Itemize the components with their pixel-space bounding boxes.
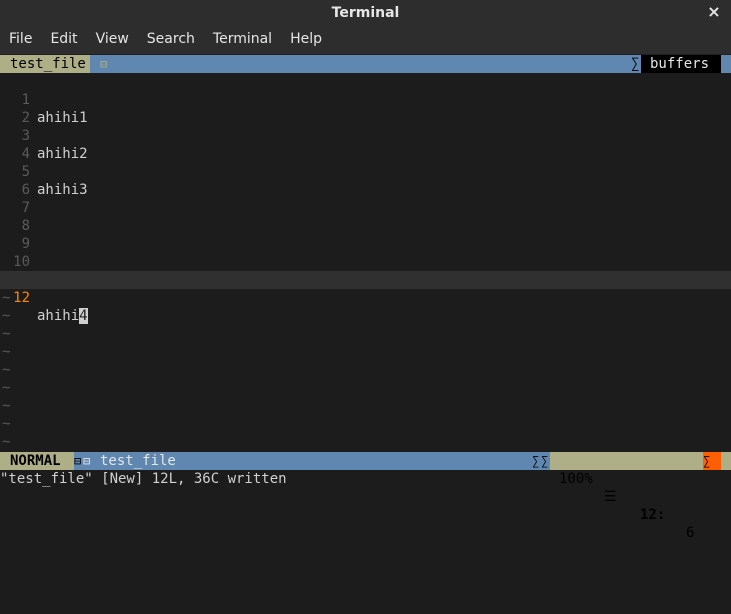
line-number-icon: ☰ — [604, 489, 617, 505]
editor-line: 8 — [0, 199, 731, 234]
tilde-marker: ~ — [2, 416, 11, 432]
editor-line: 6 — [0, 163, 731, 198]
menu-file[interactable]: File — [0, 25, 41, 54]
buffers-label: buffers — [641, 55, 721, 73]
empty-line: ~ — [0, 307, 731, 325]
empty-line: ~ — [0, 415, 731, 433]
tilde-marker: ~ — [2, 434, 11, 450]
statusline-position: 100% ☰ 12: 6 ∑ ∑ — [550, 452, 731, 541]
menu-search[interactable]: Search — [138, 25, 204, 54]
tilde-marker: ~ — [2, 290, 11, 306]
empty-line: ~ — [0, 379, 731, 397]
tilde-marker: ~ — [2, 362, 11, 378]
tilde-marker: ~ — [2, 344, 11, 360]
editor-line: 3 ahihi2 — [0, 109, 731, 162]
editor-line-current: 12 ahihi4 — [0, 271, 731, 324]
editor-line: 9 — [0, 217, 731, 252]
tilde-marker: ~ — [2, 398, 11, 414]
cursor-column: 6 — [686, 525, 695, 541]
separator-icon: ⊟ — [74, 454, 82, 468]
menu-bar: File Edit View Search Terminal Help — [0, 25, 731, 55]
empty-line: ~ — [0, 325, 731, 343]
mode-indicator: NORMAL — [0, 452, 74, 470]
editor-line: 11 — [0, 253, 731, 288]
editor-line: 2 — [0, 91, 731, 126]
separator-icon: ∑ — [532, 454, 540, 468]
tab-separator-icon: ⊟ — [100, 57, 108, 71]
warning-icon: ∑ — [703, 452, 721, 470]
empty-line: ~ — [0, 433, 731, 451]
vim-statusline: NORMAL ⊟ ⊟ test_file ∑ ∑ 100% ☰ 12: 6 ∑ … — [0, 452, 731, 541]
terminal-content[interactable]: test_file ⊟ ∑ buffers 1 ahihi1 2 3 ahihi… — [0, 55, 731, 541]
menu-help[interactable]: Help — [281, 25, 331, 54]
menu-edit[interactable]: Edit — [41, 25, 86, 54]
editor-line: 10 — [0, 235, 731, 270]
tab-close-icon: ∑ — [631, 56, 640, 72]
editor-line: 5 ahihi3 — [0, 145, 731, 198]
tilde-marker: ~ — [2, 380, 11, 396]
tab-test-file[interactable]: test_file — [0, 55, 90, 73]
empty-line: ~ — [0, 361, 731, 379]
command-line: "test_file" [New] 12L, 36C written — [0, 471, 287, 487]
empty-line: ~ — [0, 397, 731, 415]
editor-line: 1 ahihi1 — [0, 73, 731, 126]
menu-view[interactable]: View — [87, 25, 138, 54]
statusline-filename: test_file — [100, 453, 176, 469]
empty-line: ~ — [0, 289, 731, 307]
window-title: Terminal — [331, 4, 400, 21]
close-icon[interactable]: × — [705, 3, 723, 21]
file-icon: ⊟ — [83, 454, 91, 468]
cursor-line: 12: — [640, 507, 666, 523]
editor-line: 4 — [0, 127, 731, 162]
vim-tabline: test_file ⊟ ∑ buffers — [0, 55, 731, 73]
menu-terminal[interactable]: Terminal — [204, 25, 281, 54]
empty-line: ~ — [0, 343, 731, 361]
tilde-marker: ~ — [2, 326, 11, 342]
separator-icon: ∑ — [541, 454, 549, 468]
tilde-marker: ~ — [2, 308, 11, 324]
terminal-window: Terminal × File Edit View Search Termina… — [0, 0, 731, 541]
title-bar: Terminal × — [0, 0, 731, 25]
editor-line: 7 — [0, 181, 731, 216]
